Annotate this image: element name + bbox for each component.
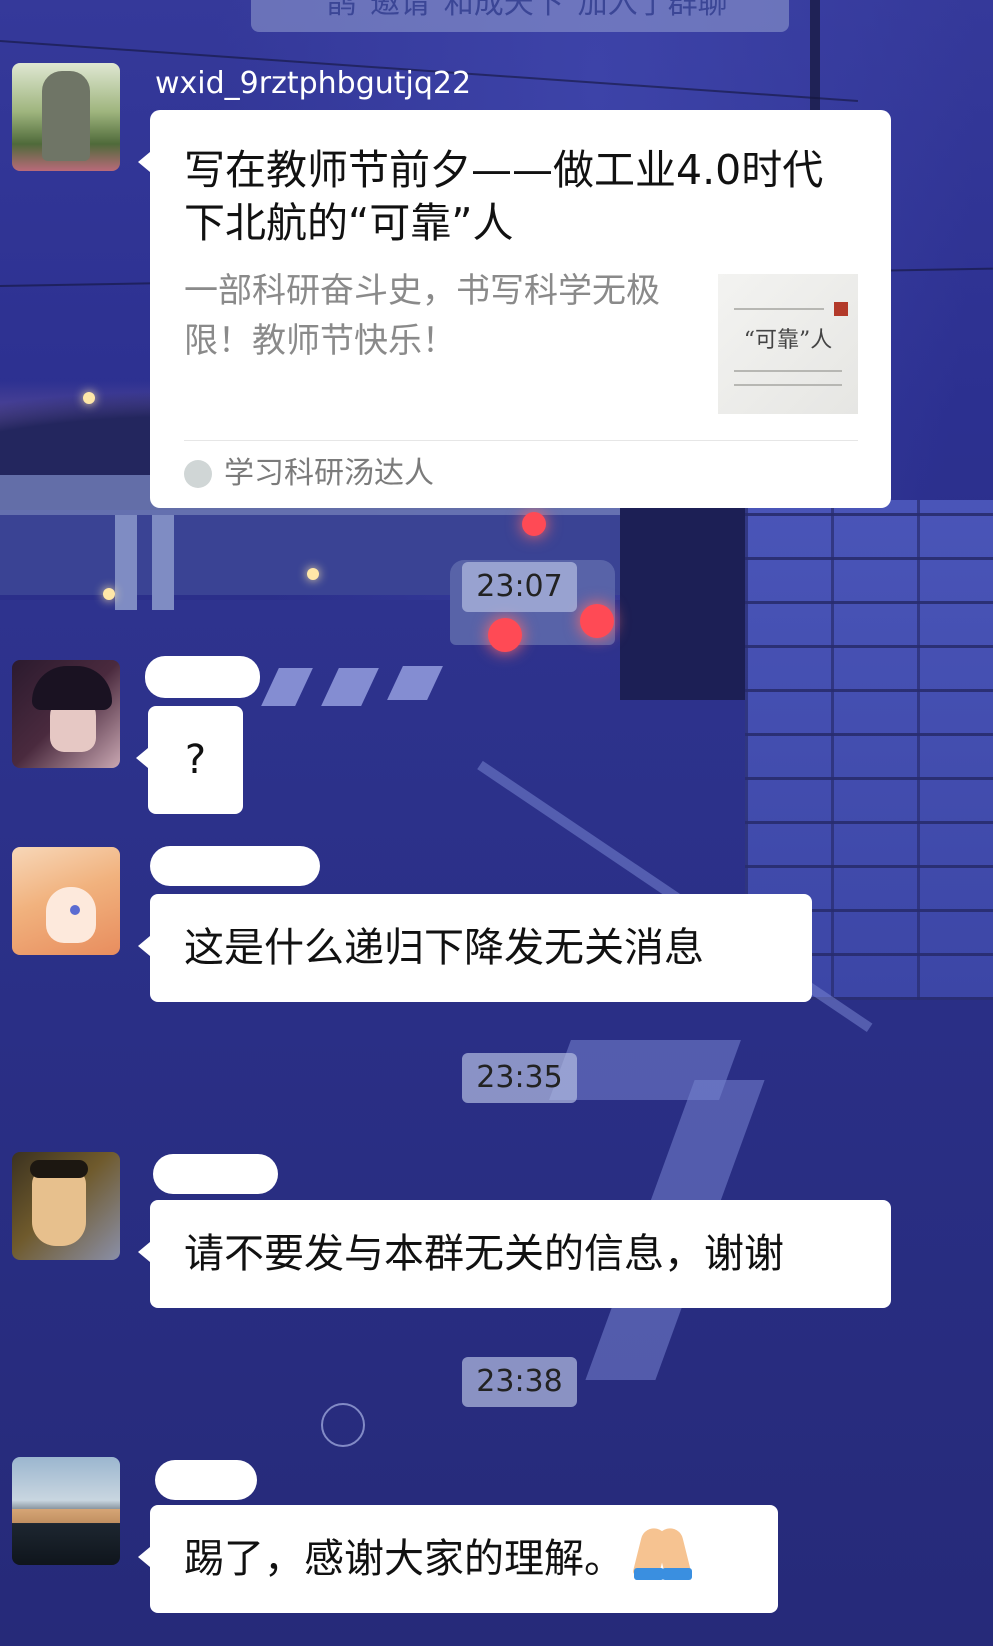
avatar-hair	[30, 1160, 88, 1178]
thumbnail-text-line	[734, 308, 824, 310]
avatar[interactable]	[12, 1457, 120, 1565]
sender-name-redacted	[150, 846, 320, 886]
message-bubble[interactable]: 请不要发与本群无关的信息，谢谢	[138, 1200, 891, 1308]
sender-name: wxid_9rztphbgutjq22	[155, 66, 472, 101]
sender-name-redacted	[153, 1154, 278, 1194]
card-divider	[184, 440, 858, 441]
background-lamp	[307, 568, 319, 580]
article-source: 学习科研汤达人	[224, 456, 434, 491]
sender-name-redacted	[145, 656, 260, 698]
system-notice: "鹊"邀请"和成天下"加入了群聊	[251, 0, 789, 32]
background-car-light	[580, 604, 614, 638]
background-building	[620, 500, 760, 700]
shared-article-card[interactable]: 写在教师节前夕——做工业4.0时代下北航的“可靠”人 一部科研奋斗史，书写科学无…	[138, 110, 891, 508]
avatar-eye	[70, 905, 80, 915]
avatar-lights	[12, 1509, 120, 1523]
timestamp: 23:35	[462, 1053, 577, 1103]
thumbnail-text-line	[734, 370, 842, 372]
avatar[interactable]	[12, 1152, 120, 1260]
background-lamp	[83, 392, 95, 404]
background-pillar	[115, 515, 137, 610]
floating-circle-indicator	[321, 1403, 365, 1447]
message-text: 踢了，感谢大家的理解。	[184, 1536, 624, 1582]
sender-name-redacted	[155, 1460, 257, 1500]
background-lamp	[103, 588, 115, 600]
message-bubble[interactable]: 踢了，感谢大家的理解。	[138, 1505, 778, 1613]
source-account-icon	[184, 460, 212, 488]
avatar-face	[32, 1168, 86, 1246]
article-title: 写在教师节前夕——做工业4.0时代下北航的“可靠”人	[184, 146, 824, 247]
timestamp: 23:07	[462, 562, 577, 612]
article-thumbnail: “可靠”人	[718, 274, 858, 414]
message-bubble[interactable]: ?	[136, 706, 243, 814]
thumbnail-seal-icon	[834, 302, 848, 316]
folded-hands-icon	[632, 1525, 692, 1581]
article-description: 一部科研奋斗史，书写科学无极限！教师节快乐！	[184, 271, 660, 361]
thumbnail-title: “可靠”人	[743, 328, 833, 353]
timestamp: 23:38	[462, 1357, 577, 1407]
background-car-light	[522, 512, 546, 536]
avatar-hair	[32, 666, 112, 710]
background-car-light	[488, 618, 522, 652]
background-utility-pole	[810, 0, 820, 110]
avatar-rock-shape	[42, 71, 90, 161]
message-bubble[interactable]: 这是什么递归下降发无关消息	[138, 894, 812, 1002]
avatar-face	[46, 887, 96, 943]
avatar[interactable]	[12, 847, 120, 955]
avatar[interactable]	[12, 63, 120, 171]
thumbnail-text-line	[734, 384, 842, 386]
background-pillar	[152, 515, 174, 610]
avatar[interactable]	[12, 660, 120, 768]
